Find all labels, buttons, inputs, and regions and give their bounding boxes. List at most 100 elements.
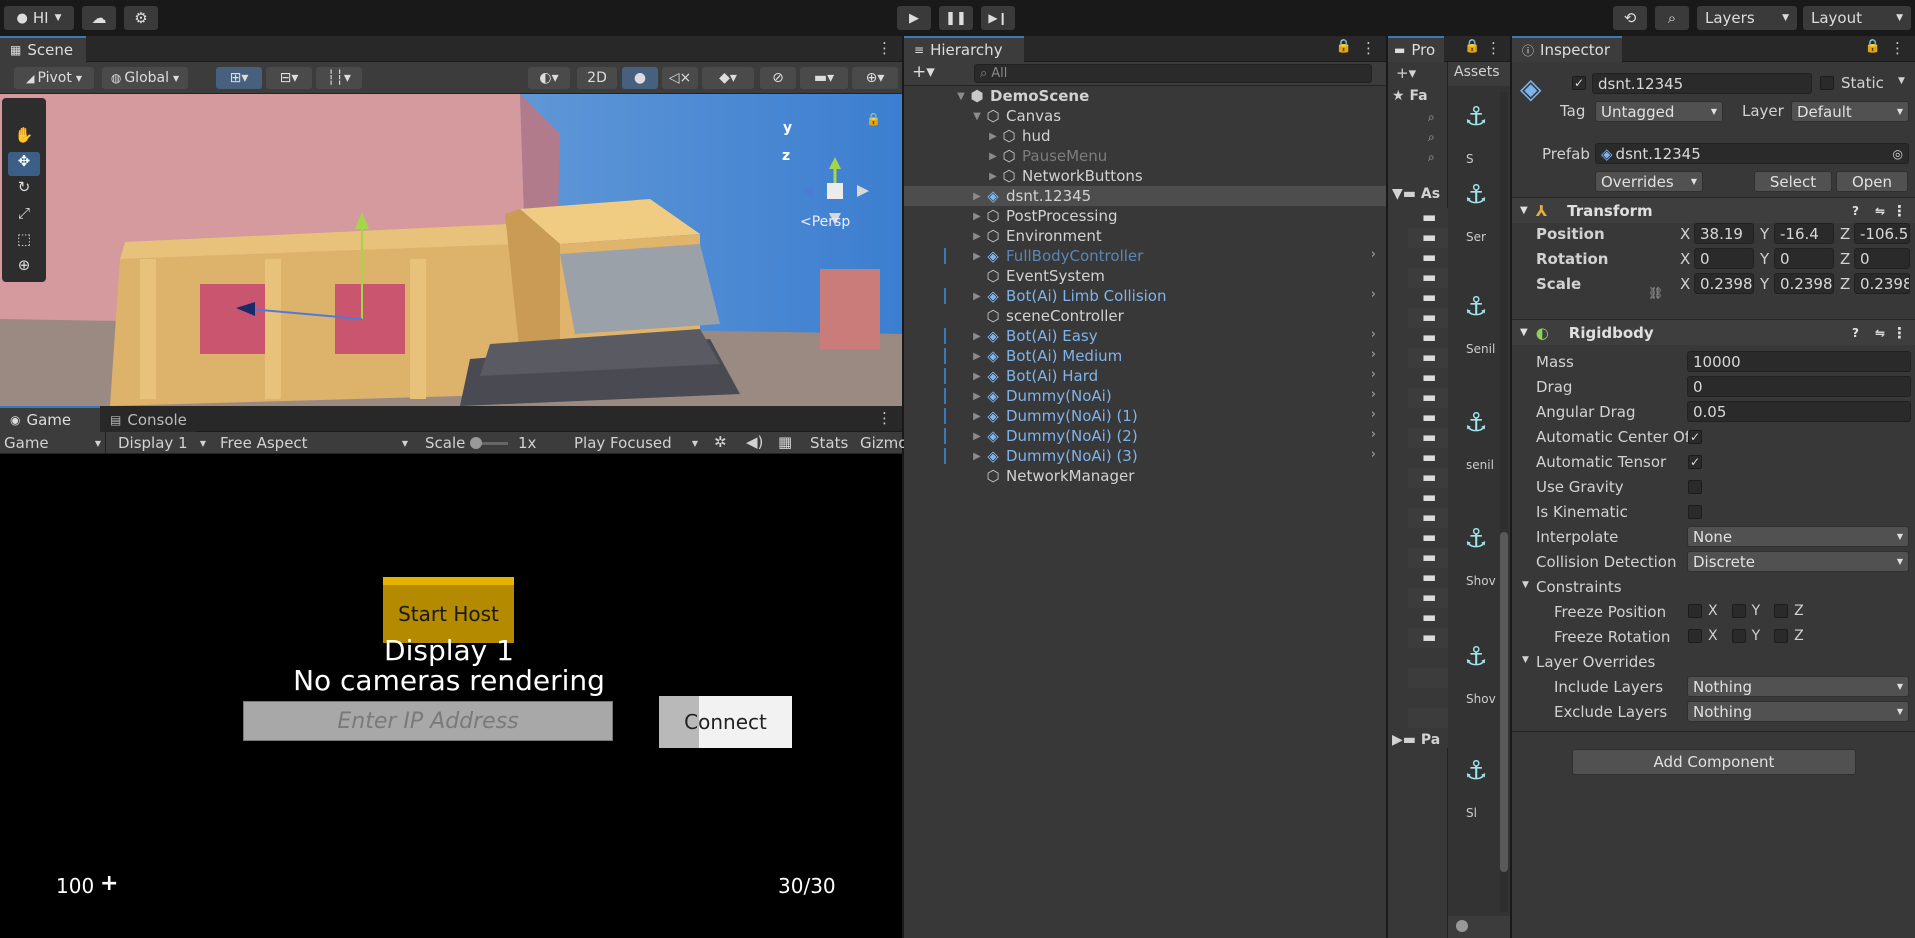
- folder-icon[interactable]: ▬: [1422, 528, 1436, 546]
- effects-button[interactable]: ◆▾: [702, 67, 754, 89]
- gizmos-toggle[interactable]: Gizmo: [860, 434, 907, 452]
- expand-triangle-icon[interactable]: ▶: [970, 351, 984, 362]
- hierarchy-item[interactable]: ▶ ⬡ hud: [904, 126, 1386, 146]
- scene-viewport[interactable]: ✋ ✥ ↻ ⤢ ⬚ ⊕ y z 🔒 <Persp: [0, 94, 902, 406]
- rotation-z-field[interactable]: 0: [1854, 248, 1910, 269]
- assets-breadcrumb-label[interactable]: Assets: [1454, 64, 1500, 80]
- rotate-tool-icon[interactable]: ↻: [8, 178, 40, 202]
- play-button[interactable]: ▶: [897, 6, 931, 30]
- expand-triangle-icon[interactable]: ▶: [970, 191, 984, 202]
- camera-button[interactable]: ▬▾: [800, 67, 848, 89]
- services-button[interactable]: ⚙: [124, 6, 158, 30]
- hierarchy-item[interactable]: ▼ ⬢ DemoScene: [904, 86, 1386, 106]
- include-layers-dropdown[interactable]: Nothing ▼: [1687, 676, 1909, 697]
- mass-field[interactable]: 10000: [1687, 351, 1911, 372]
- expand-triangle-icon[interactable]: ▶: [986, 171, 1000, 182]
- aspect-dropdown[interactable]: Free Aspect ▼: [214, 432, 414, 454]
- hierarchy-item[interactable]: ▶ ⬡ NetworkButtons: [904, 166, 1386, 186]
- chevron-right-icon[interactable]: ›: [1371, 247, 1376, 262]
- pivot-dropdown[interactable]: ◢ Pivot ▼: [14, 67, 94, 89]
- position-x-field[interactable]: 38.19: [1694, 223, 1754, 244]
- chevron-right-icon[interactable]: ›: [1371, 347, 1376, 362]
- step-button[interactable]: ▶❙: [981, 6, 1015, 30]
- rotation-x-field[interactable]: 0: [1694, 248, 1754, 269]
- asset-thumbnail-icon[interactable]: ⚓: [1462, 408, 1490, 452]
- folder-icon[interactable]: ▬: [1422, 568, 1436, 586]
- add-component-button[interactable]: Add Component: [1572, 749, 1856, 775]
- hierarchy-item[interactable]: ▶ ◈ Dummy(NoAi) ›: [904, 386, 1386, 406]
- scrollbar[interactable]: [1500, 92, 1508, 912]
- angular-drag-field[interactable]: 0.05: [1687, 401, 1911, 422]
- shading-mode-button[interactable]: ◐▾: [528, 67, 570, 89]
- view-dropdown[interactable]: Game ▼: [0, 432, 106, 454]
- scale-tool-icon[interactable]: ⤢: [8, 204, 40, 228]
- tab-game[interactable]: ◉ Game: [0, 406, 100, 432]
- target-icon[interactable]: ◎: [1893, 147, 1903, 161]
- account-dropdown[interactable]: ● HI ▼: [4, 6, 74, 30]
- folder-icon[interactable]: ▬: [1422, 628, 1436, 646]
- scale-y-field[interactable]: 0.2398: [1774, 273, 1834, 294]
- expand-triangle-icon[interactable]: ▶: [970, 331, 984, 342]
- layer-dropdown[interactable]: Default ▼: [1791, 101, 1909, 122]
- folder-icon[interactable]: ▬: [1422, 488, 1436, 506]
- folder-icon[interactable]: ▬: [1422, 588, 1436, 606]
- asset-thumbnail-icon[interactable]: ⚓: [1462, 642, 1490, 686]
- panel-menu-icon[interactable]: ⋮: [1890, 39, 1905, 57]
- projection-label[interactable]: <Persp: [800, 214, 850, 230]
- is-kinematic-checkbox[interactable]: [1688, 505, 1702, 519]
- expand-triangle-icon[interactable]: ▶: [970, 211, 984, 222]
- rotation-y-field[interactable]: 0: [1774, 248, 1834, 269]
- move-tool-icon[interactable]: ✥: [8, 152, 40, 176]
- hierarchy-item[interactable]: ▶ ◈ Bot(Ai) Easy ›: [904, 326, 1386, 346]
- asset-thumbnail-icon[interactable]: ⚓: [1462, 524, 1490, 568]
- hierarchy-item[interactable]: ▶ ⬡ PostProcessing: [904, 206, 1386, 226]
- component-menu-icon[interactable]: ⋮: [1892, 324, 1907, 342]
- chevron-right-icon[interactable]: ›: [1371, 367, 1376, 382]
- auto-center-checkbox[interactable]: ✓: [1688, 430, 1702, 444]
- asset-thumbnail-icon[interactable]: ⚓: [1462, 102, 1490, 146]
- asset-thumbnail-icon[interactable]: ⚓: [1462, 292, 1490, 336]
- hierarchy-item[interactable]: ▶ ◈ Bot(Ai) Limb Collision ›: [904, 286, 1386, 306]
- folder-icon[interactable]: ▬: [1422, 448, 1436, 466]
- folder-icon[interactable]: ▬: [1422, 468, 1436, 486]
- gizmos-button[interactable]: ⊕▾: [852, 67, 898, 89]
- lock-icon[interactable]: 🔒: [1464, 39, 1480, 54]
- play-mode-dropdown[interactable]: Play Focused ▼: [568, 432, 704, 454]
- ip-address-input[interactable]: Enter IP Address: [243, 701, 613, 741]
- grid-snap-button[interactable]: ⊞▾: [216, 67, 262, 89]
- panel-menu-icon[interactable]: ⋮: [1486, 39, 1501, 57]
- transform-header[interactable]: ▼ ⅄ Transform ? ⇋ ⋮: [1512, 197, 1915, 223]
- link-scale-icon[interactable]: ⛓: [1648, 286, 1663, 300]
- preset-icon[interactable]: ⇋: [1875, 326, 1885, 340]
- preset-icon[interactable]: ⇋: [1875, 204, 1885, 218]
- help-icon[interactable]: ?: [1852, 204, 1859, 218]
- collision-detection-dropdown[interactable]: Discrete ▼: [1687, 551, 1909, 572]
- hierarchy-item[interactable]: ▶ ◈ Dummy(NoAi) (1) ›: [904, 406, 1386, 426]
- freeze-pos-z-checkbox[interactable]: [1774, 604, 1789, 618]
- expand-triangle-icon[interactable]: ▼: [954, 91, 968, 102]
- expand-triangle-icon[interactable]: ▼: [1522, 580, 1529, 590]
- pause-button[interactable]: ❚❚: [939, 6, 973, 30]
- transform-tool-icon[interactable]: ⊕: [8, 256, 40, 280]
- chevron-right-icon[interactable]: ›: [1371, 327, 1376, 342]
- hierarchy-item[interactable]: ▶ ◈ Dummy(NoAi) (2) ›: [904, 426, 1386, 446]
- search-icon[interactable]: ⌕: [1428, 110, 1435, 125]
- use-gravity-checkbox[interactable]: [1688, 480, 1702, 494]
- expand-triangle-icon[interactable]: ▶: [986, 151, 1000, 162]
- hidden-objects-button[interactable]: ⊘: [760, 67, 796, 89]
- open-button[interactable]: Open: [1836, 171, 1908, 192]
- layers-dropdown[interactable]: Layers ▼: [1697, 6, 1797, 30]
- freeze-rot-x-checkbox[interactable]: [1688, 629, 1702, 643]
- keyboard-icon[interactable]: ▦: [778, 433, 792, 451]
- hierarchy-item[interactable]: ▼ ⬡ Canvas: [904, 106, 1386, 126]
- tab-inspector[interactable]: ⓘ Inspector: [1512, 36, 1622, 62]
- hand-tool-icon[interactable]: ✋: [8, 126, 40, 150]
- position-y-field[interactable]: -16.4: [1774, 223, 1834, 244]
- expand-triangle-icon[interactable]: ▼: [970, 111, 984, 122]
- history-button[interactable]: ⟲: [1613, 6, 1647, 30]
- expand-triangle-icon[interactable]: ▶: [970, 251, 984, 262]
- prefab-field[interactable]: ◈ dsnt.12345 ◎: [1595, 143, 1909, 164]
- asset-thumbnail-icon[interactable]: ⚓: [1462, 756, 1490, 800]
- freeze-rot-z-checkbox[interactable]: [1774, 629, 1789, 643]
- search-button[interactable]: ⌕: [1655, 6, 1689, 30]
